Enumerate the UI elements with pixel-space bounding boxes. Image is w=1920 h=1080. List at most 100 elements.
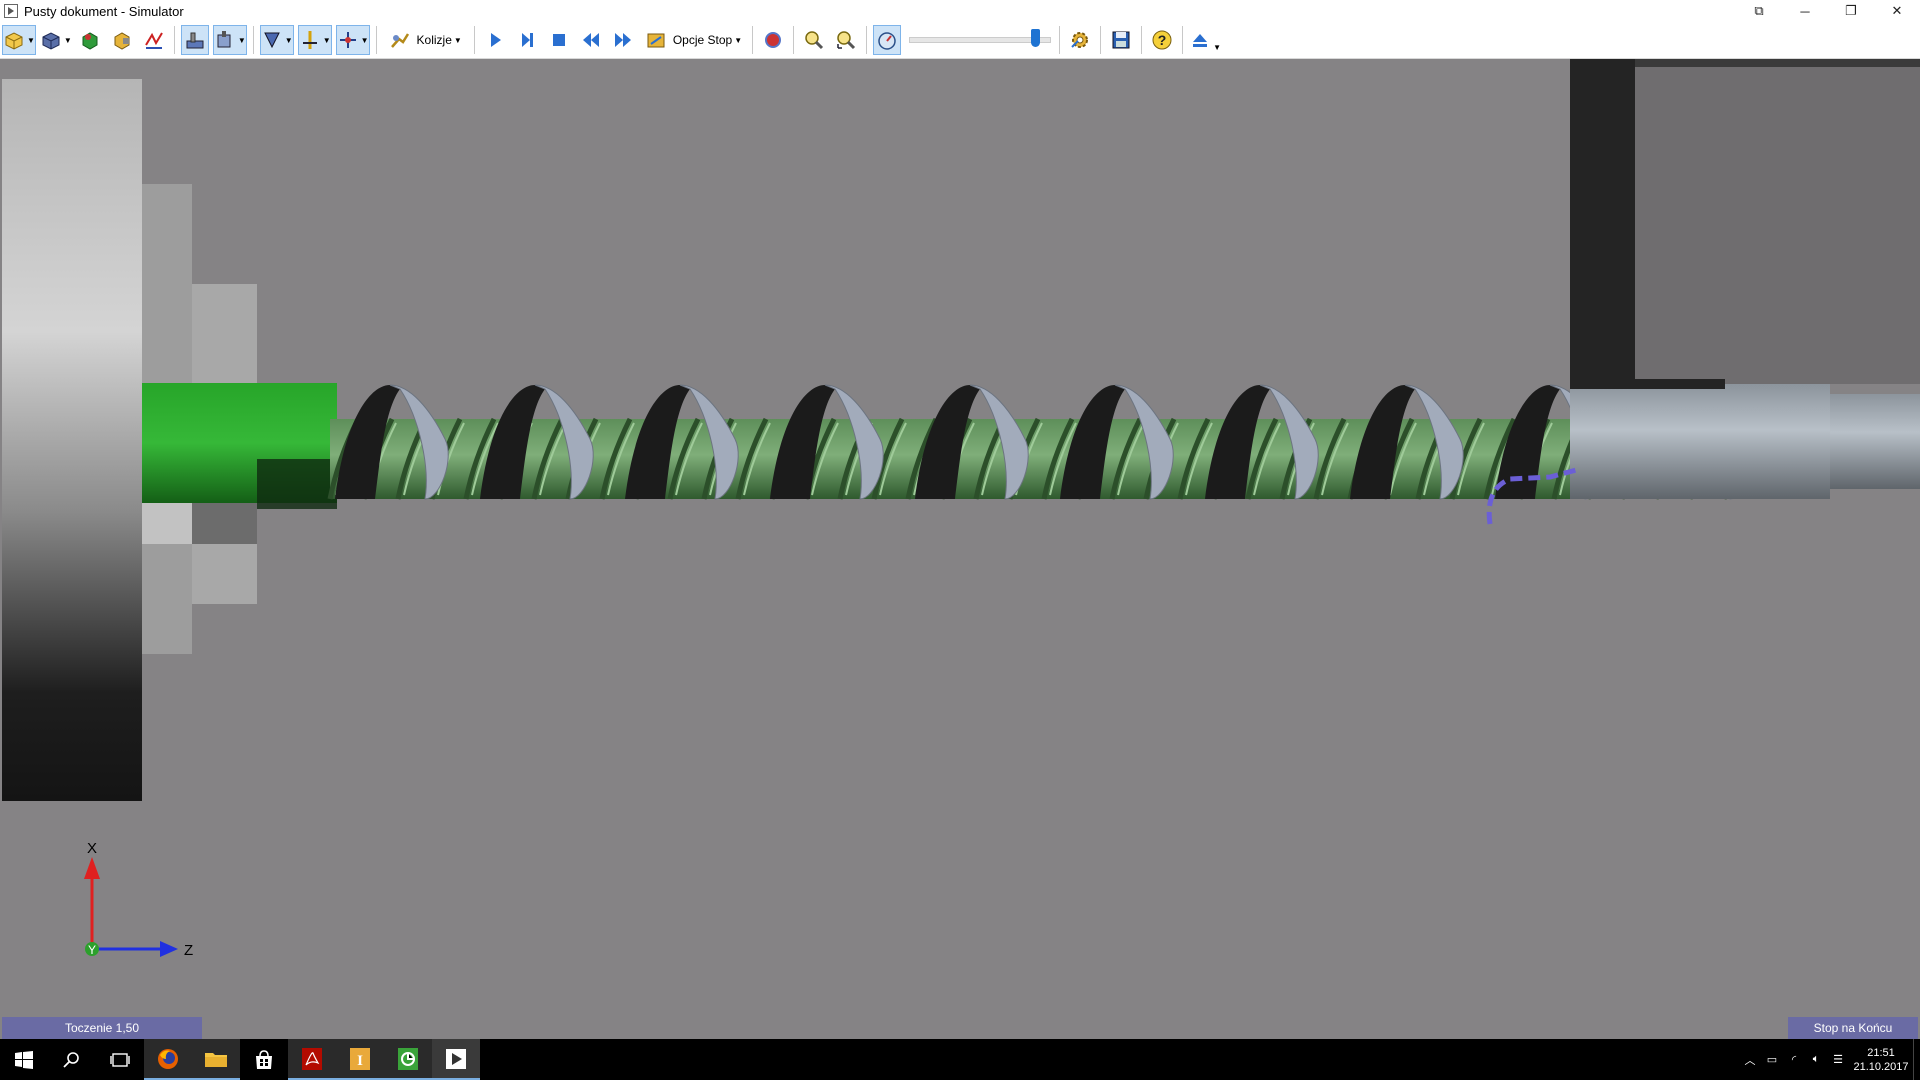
toolbar-separator bbox=[1141, 26, 1143, 54]
collisions-dropdown[interactable]: Kolizje ▼ bbox=[383, 25, 468, 55]
store-taskbar-button[interactable] bbox=[240, 1039, 288, 1080]
cam-app-taskbar-button[interactable] bbox=[384, 1039, 432, 1080]
rewind-button[interactable] bbox=[577, 25, 605, 55]
toolbar-separator bbox=[252, 26, 254, 54]
snap-icon[interactable]: ⧉ bbox=[1736, 0, 1782, 22]
task-view-button[interactable] bbox=[96, 1039, 144, 1080]
gear-icon bbox=[1071, 32, 1089, 48]
tool-holder-lip bbox=[1630, 379, 1725, 389]
material-removal-button[interactable] bbox=[76, 25, 104, 55]
chuck-body bbox=[2, 79, 142, 801]
fast-forward-icon bbox=[614, 33, 631, 47]
z-axis-arrow bbox=[160, 941, 178, 957]
speed-mode-button[interactable] bbox=[873, 25, 902, 55]
settings-button[interactable] bbox=[1066, 25, 1094, 55]
help-button[interactable]: ? bbox=[1148, 25, 1176, 55]
stop-mode-status: Stop na Końcu bbox=[1788, 1017, 1918, 1039]
stock-box-icon bbox=[5, 32, 23, 50]
acrobat-icon bbox=[302, 1047, 322, 1070]
stock-view-button[interactable]: ▼ bbox=[2, 25, 36, 55]
tool-view-button[interactable]: ▼ bbox=[259, 25, 294, 55]
tool-axis-icon bbox=[302, 31, 317, 49]
simulator-app-icon bbox=[4, 4, 18, 18]
taskbar: I ︿ ▭ ◜ 🔈︎ ☰ 21:51 21.10.2017 bbox=[0, 1039, 1920, 1080]
play-button[interactable] bbox=[481, 25, 509, 55]
inventor-taskbar-button[interactable]: I bbox=[336, 1039, 384, 1080]
toolbar-separator bbox=[173, 26, 175, 54]
svg-text:I: I bbox=[357, 1053, 363, 1069]
simulator-play-icon bbox=[446, 1048, 466, 1069]
speed-slider-track bbox=[909, 37, 1052, 43]
z-axis-label: Z bbox=[184, 942, 193, 959]
chevron-up-icon[interactable]: ︿ bbox=[1739, 1052, 1761, 1068]
step-button[interactable] bbox=[513, 25, 541, 55]
fast-forward-button[interactable] bbox=[609, 25, 637, 55]
toolbar-separator bbox=[473, 26, 475, 54]
save-button[interactable] bbox=[1107, 25, 1135, 55]
volume-icon[interactable]: 🔈︎ bbox=[1805, 1053, 1827, 1066]
stop-options-dropdown[interactable]: Opcje Stop ▼ bbox=[641, 25, 746, 55]
holder-view-button[interactable]: ▼ bbox=[212, 25, 247, 55]
notifications-icon[interactable]: ☰ bbox=[1827, 1053, 1849, 1066]
clock-date: 21.10.2017 bbox=[1853, 1060, 1909, 1073]
speed-slider-thumb[interactable] bbox=[1031, 29, 1041, 47]
operation-status: Toczenie 1,50 bbox=[2, 1017, 202, 1039]
minimize-button[interactable]: ─ bbox=[1782, 0, 1828, 22]
tool-orientation-button[interactable]: ▼ bbox=[297, 25, 332, 55]
lathe-scene: X Y Z bbox=[2, 59, 1920, 959]
green-app-icon bbox=[398, 1047, 418, 1070]
acrobat-taskbar-button[interactable] bbox=[288, 1039, 336, 1080]
simulator-taskbar-button[interactable] bbox=[432, 1039, 480, 1080]
show-desktop-button[interactable] bbox=[1913, 1039, 1920, 1080]
toolbar-separator bbox=[793, 26, 795, 54]
svg-text:?: ? bbox=[1158, 32, 1167, 48]
file-explorer-taskbar-button[interactable] bbox=[192, 1039, 240, 1080]
machine-view-button[interactable] bbox=[180, 25, 209, 55]
stop-options-label: Opcje Stop bbox=[672, 33, 733, 47]
stop-button[interactable] bbox=[545, 25, 573, 55]
simulator-toolbar: ▼ ▼ ▼ ▼ ▼ ▼ Kolizje ▼ Opcje Stop ▼ ? ▼ bbox=[0, 22, 1920, 59]
folder-icon bbox=[205, 1052, 227, 1067]
collision-icon bbox=[390, 33, 409, 48]
toolbar-separator bbox=[1100, 26, 1102, 54]
tool-icon bbox=[263, 32, 280, 49]
step-icon bbox=[521, 33, 533, 47]
zoom-fit-button[interactable] bbox=[832, 25, 860, 55]
system-tray: ︿ ▭ ◜ 🔈︎ ☰ 21:51 21.10.2017 bbox=[1739, 1039, 1920, 1080]
firefox-taskbar-button[interactable] bbox=[144, 1039, 192, 1080]
clock-time: 21:51 bbox=[1867, 1046, 1895, 1059]
record-button[interactable] bbox=[759, 25, 787, 55]
tool-holder-face bbox=[1635, 59, 1920, 384]
eject-button[interactable]: ▼ bbox=[1189, 25, 1221, 55]
green-cube-icon bbox=[82, 32, 98, 50]
play-icon bbox=[490, 33, 501, 47]
tool-holder-top bbox=[1635, 59, 1920, 67]
stop-options-icon bbox=[647, 33, 665, 48]
workpiece-shadow bbox=[257, 459, 337, 509]
part-view-button[interactable]: ▼ bbox=[40, 25, 72, 55]
tailstock-shaft-end bbox=[1830, 394, 1920, 489]
window-controls: ⧉ ─ ❐ ✕ bbox=[1736, 0, 1920, 22]
task-view-icon bbox=[110, 1052, 130, 1067]
start-button[interactable] bbox=[0, 1039, 48, 1080]
simulation-viewport[interactable]: X Y Z bbox=[0, 59, 1920, 1017]
zoom-button[interactable] bbox=[800, 25, 828, 55]
stop-icon bbox=[552, 34, 565, 46]
restore-button[interactable]: ❐ bbox=[1828, 0, 1874, 22]
battery-icon[interactable]: ▭ bbox=[1761, 1053, 1783, 1066]
search-icon bbox=[63, 1051, 79, 1068]
toolpath-button[interactable] bbox=[140, 25, 168, 55]
coordinate-system-button[interactable]: ▼ bbox=[335, 25, 370, 55]
toolbar-separator bbox=[1182, 26, 1184, 54]
collisions-label: Kolizje bbox=[416, 33, 452, 47]
fixture-button[interactable] bbox=[108, 25, 136, 55]
network-icon[interactable]: ◜ bbox=[1783, 1053, 1805, 1066]
search-button[interactable] bbox=[48, 1039, 96, 1080]
speed-slider[interactable] bbox=[909, 25, 1052, 55]
clock[interactable]: 21:51 21.10.2017 bbox=[1849, 1046, 1913, 1074]
toolpath-icon bbox=[144, 32, 163, 49]
eject-icon bbox=[1193, 34, 1208, 47]
help-icon: ? bbox=[1152, 30, 1172, 50]
close-button[interactable]: ✕ bbox=[1874, 0, 1920, 22]
tailstock-shaft bbox=[1570, 384, 1830, 499]
